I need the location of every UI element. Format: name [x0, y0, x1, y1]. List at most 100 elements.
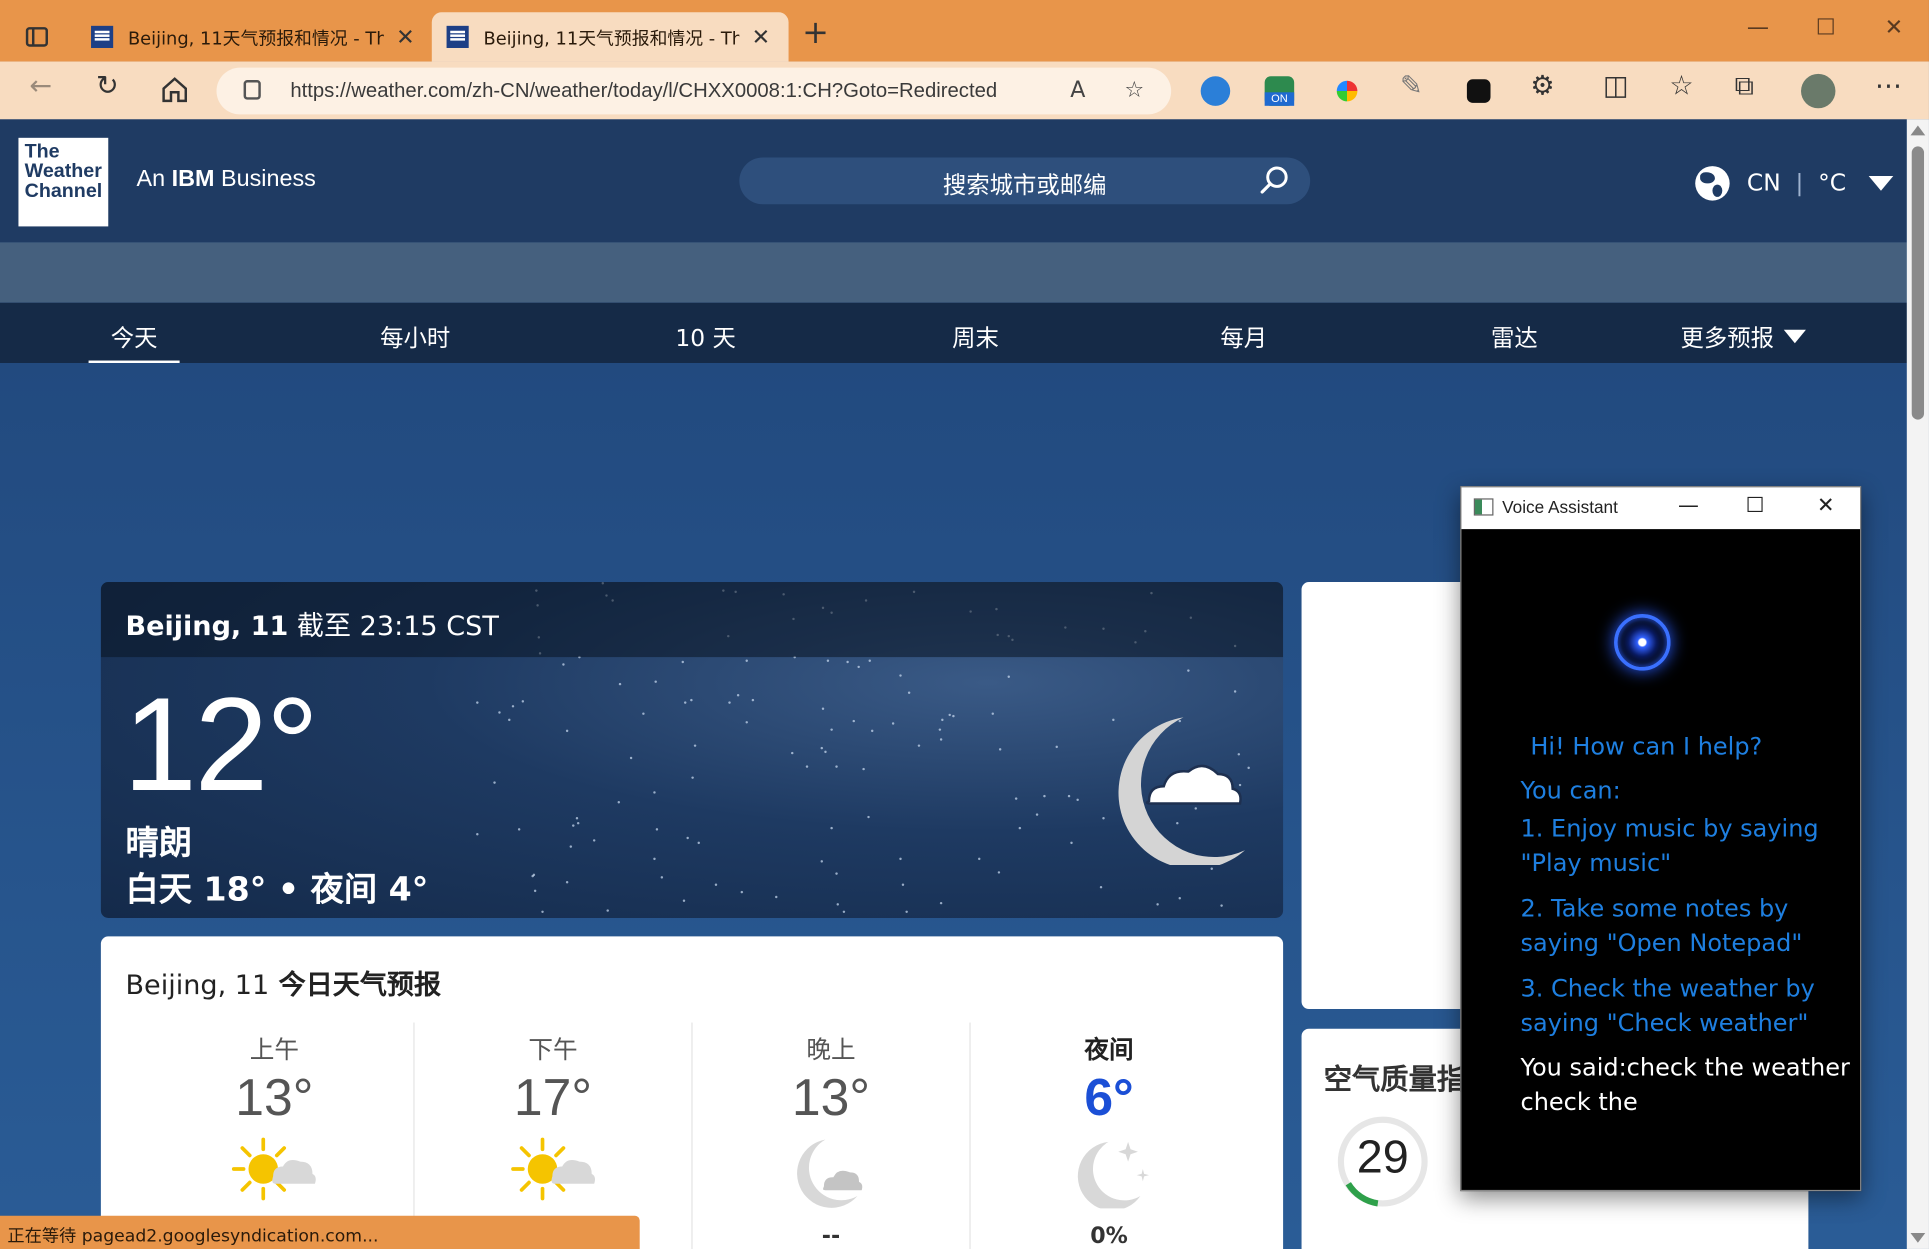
collections-icon[interactable]: ⧉	[1735, 73, 1754, 101]
star-dot	[862, 768, 865, 771]
star-dot	[1070, 841, 1073, 845]
maximize-icon[interactable]: ☐	[1746, 493, 1765, 518]
maximize-icon[interactable]: ☐	[1816, 15, 1836, 41]
period-label: 夜间	[1084, 1034, 1134, 1065]
nav-tab-10-day[interactable]: 10 天	[675, 320, 736, 353]
current-conditions-header: Beijing, 11 截至 23:15 CST	[100, 582, 1284, 658]
star-dot	[740, 891, 743, 894]
star-dot	[562, 663, 565, 666]
star-dot	[940, 902, 943, 905]
star-dot	[846, 660, 849, 663]
extension-color-icon[interactable]	[1336, 80, 1358, 102]
refresh-icon[interactable]: ↻	[96, 73, 119, 101]
star-dot	[905, 910, 909, 914]
star-dot	[533, 889, 537, 893]
star-dot	[1101, 817, 1105, 820]
tagline-suffix: Business	[214, 166, 316, 192]
lock-icon[interactable]	[243, 79, 261, 100]
scroll-up-icon[interactable]	[1910, 125, 1926, 136]
profile-avatar[interactable]	[1801, 73, 1836, 109]
chevron-down-icon[interactable]	[1868, 175, 1893, 191]
tab-weather-2[interactable]: Beijing, 11天气预报和情况 - The Weather Channel…	[431, 12, 789, 62]
close-tab-icon[interactable]: ✕	[752, 24, 771, 50]
nav-more-label: 更多预报	[1680, 324, 1774, 352]
star-dot	[566, 880, 569, 884]
nav-tab-today[interactable]: 今天	[88, 320, 180, 365]
star-dot	[475, 701, 478, 705]
split-screen-icon[interactable]: ◫	[1603, 73, 1629, 101]
extension-shield-icon[interactable]	[1200, 76, 1231, 106]
minimize-icon[interactable]: —	[1678, 493, 1699, 518]
period-temp: 6°	[1084, 1068, 1134, 1126]
tab-weather-1[interactable]: Beijing, 11天气预报和情况 - The Weather Channel…	[76, 12, 428, 61]
day-night-temps: 白天 18° • 夜间 4°	[125, 871, 429, 910]
search-input[interactable]: 搜索城市或邮编	[739, 157, 1311, 205]
new-tab-button[interactable]: +	[802, 17, 829, 49]
close-icon[interactable]: ✕	[1817, 493, 1835, 518]
nav-tab-weekend[interactable]: 周末	[952, 320, 999, 353]
voice-assistant-titlebar[interactable]: Voice Assistant — ☐ ✕	[1461, 487, 1861, 530]
star-dot	[681, 660, 684, 664]
star-dot	[918, 743, 921, 747]
scroll-down-icon[interactable]	[1910, 1232, 1926, 1243]
tab-strip: Beijing, 11天气预报和情况 - The Weather Channel…	[0, 0, 1929, 62]
nav-tab-radar[interactable]: 雷达	[1491, 320, 1538, 353]
star-dot	[830, 727, 833, 731]
tab-actions-icon[interactable]	[17, 17, 56, 56]
forecast-heading: 今日天气预报	[269, 970, 442, 1002]
period-extra: --	[821, 1223, 841, 1249]
nav-tab-more[interactable]: 更多预报	[1680, 320, 1806, 353]
read-aloud-icon[interactable]: A	[1070, 78, 1085, 104]
star-dot	[653, 857, 657, 861]
back-icon[interactable]: ←	[30, 73, 53, 101]
address-bar[interactable]: https://weather.com/zh-CN/weather/today/…	[216, 67, 1172, 115]
globe-icon	[1695, 166, 1730, 201]
more-options-icon[interactable]: ⋯	[1875, 73, 1902, 101]
period-label: 晚上	[806, 1034, 856, 1065]
browser-status-bar: 正在等待 pagead2.googlesyndication.com...	[0, 1215, 640, 1249]
extension-eraser-icon[interactable]: ✎	[1400, 73, 1423, 101]
scroll-thumb[interactable]	[1911, 146, 1925, 420]
star-dot	[521, 700, 524, 703]
extensions-puzzle-icon[interactable]: ⚙	[1530, 73, 1554, 101]
star-dot	[1156, 903, 1159, 907]
moon-cloud-icon	[796, 1139, 864, 1208]
star-dot	[1099, 885, 1102, 889]
star-dot	[949, 713, 952, 716]
close-window-icon[interactable]: ✕	[1885, 15, 1904, 41]
url-text[interactable]: https://weather.com/zh-CN/weather/today/…	[290, 80, 997, 103]
extension-dark-icon[interactable]	[1466, 79, 1491, 103]
page-scrollbar[interactable]	[1906, 119, 1929, 1249]
star-dot	[684, 701, 687, 704]
star-dot	[1007, 675, 1010, 678]
star-dot	[751, 698, 754, 701]
star-dot	[977, 857, 981, 861]
add-favorite-icon[interactable]: ☆	[1124, 78, 1144, 104]
extension-on-icon[interactable]: ON	[1264, 76, 1295, 106]
star-dot	[775, 896, 779, 899]
weather-channel-logo[interactable]: The Weather Channel	[18, 137, 109, 227]
home-icon[interactable]	[160, 76, 190, 103]
star-dot	[899, 674, 902, 678]
logo-line: Weather	[24, 161, 102, 183]
forecast-period-evening[interactable]: 晚上 13° --	[691, 1022, 969, 1249]
locale-selector[interactable]: CN | °C	[1695, 166, 1893, 201]
nav-tab-monthly[interactable]: 每月	[1220, 320, 1267, 353]
star-dot	[868, 660, 872, 663]
chevron-down-icon	[1783, 329, 1806, 344]
listening-orb-icon[interactable]	[1614, 614, 1671, 671]
close-tab-icon[interactable]: ✕	[396, 24, 415, 50]
ibm-tagline: An IBM Business	[137, 166, 316, 193]
star-dot	[871, 729, 874, 732]
forecast-period-overnight[interactable]: 夜间 6° 0%	[969, 1022, 1247, 1249]
today-forecast-title: Beijing, 11 今日天气预报	[125, 963, 441, 1002]
air-quality-title: 空气质量指	[1323, 1064, 1466, 1097]
search-icon[interactable]	[1258, 165, 1290, 197]
star-dot	[939, 737, 943, 741]
star-dot	[1055, 745, 1059, 748]
location-timestamp: Beijing, 11 截至 23:15 CST	[125, 604, 498, 643]
minimize-icon[interactable]: —	[1747, 15, 1769, 41]
nav-tab-hourly[interactable]: 每小时	[380, 320, 450, 353]
favorites-icon[interactable]: ☆	[1669, 73, 1693, 101]
weather-channel-favicon-icon	[446, 25, 469, 48]
